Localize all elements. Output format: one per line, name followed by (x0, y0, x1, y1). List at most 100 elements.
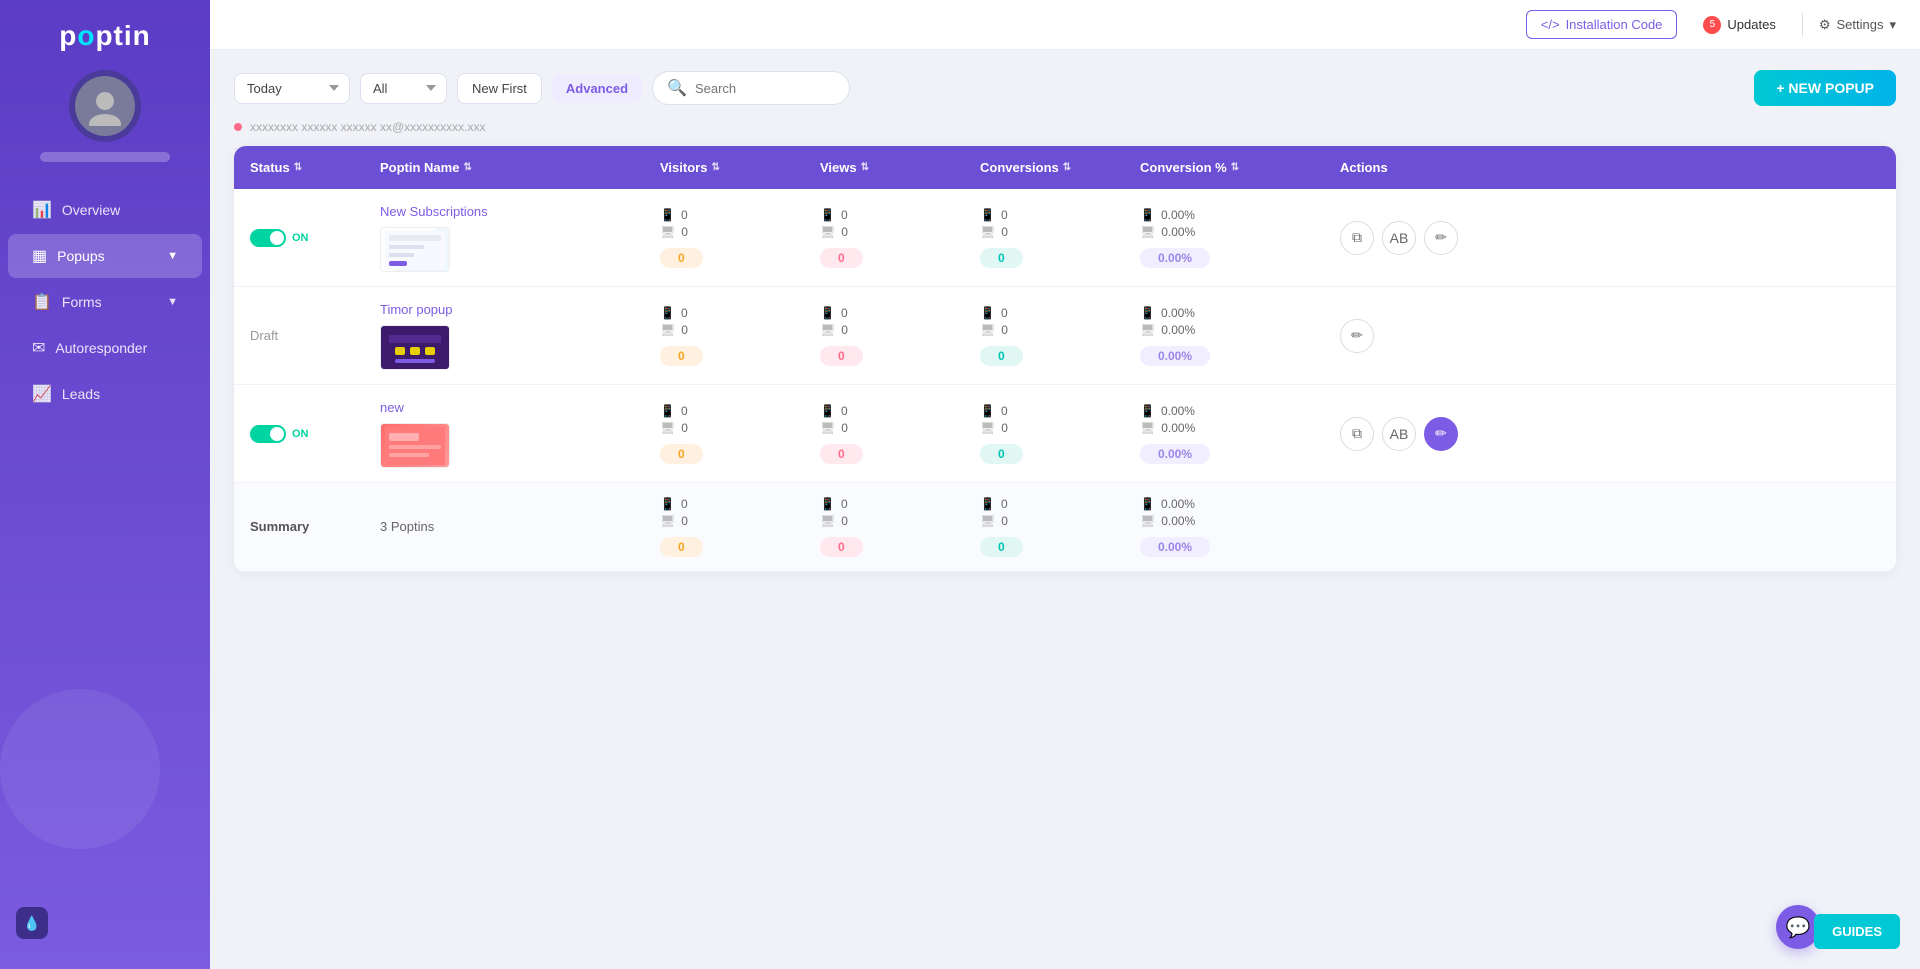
toggle-label-row3: ON (292, 428, 309, 440)
summary-mobile-conv-icon: 📱 (980, 497, 995, 511)
sidebar-item-forms[interactable]: 📋 Forms ▼ (8, 280, 202, 324)
ab-test-button-row1[interactable]: AB (1382, 221, 1416, 255)
edit-button-row3[interactable]: ✏ (1424, 417, 1458, 451)
thumb-img-row1 (381, 228, 449, 271)
th-status: Status ⇅ (234, 160, 364, 175)
copy-button-row3[interactable]: ⧉ (1340, 417, 1374, 451)
mobile-pct-icon-row1: 📱 (1140, 208, 1155, 222)
summary-row: Summary 3 Poptins 📱0 🖥0 0 📱0 🖥0 0 📱0 (234, 483, 1896, 572)
th-conversion-pct-sort-icon[interactable]: ⇅ (1231, 162, 1239, 173)
mobile-visitors-row1: 0 (681, 208, 688, 222)
visitors-cell-row2: 📱0 🖥0 0 (644, 306, 804, 366)
copy-button-row1[interactable]: ⧉ (1340, 221, 1374, 255)
desktop-conv-icon-row3: 🖥 (980, 421, 995, 435)
desktop-visitors-row1: 0 (681, 225, 688, 239)
poptin-name-link-row3[interactable]: new (380, 400, 404, 415)
desktop-icon-row2: 🖥 (660, 323, 675, 337)
toggle-on-row1[interactable] (250, 229, 286, 247)
popups-icon: ▦ (32, 246, 47, 266)
th-views-sort-icon[interactable]: ⇅ (861, 162, 869, 173)
th-views-label: Views (820, 160, 857, 175)
summary-conv-pct-cell: 📱0.00% 🖥0.00% 0.00% (1124, 497, 1324, 557)
status-cell-row3: ON (234, 425, 364, 443)
summary-mobile-views: 0 (841, 497, 848, 511)
type-filter-select[interactable]: All Popup Sidebar Bar (360, 73, 447, 104)
total-pct-pill-row1: 0.00% (1140, 248, 1210, 268)
toggle-on-row3[interactable] (250, 425, 286, 443)
sidebar-item-leads[interactable]: 📈 Leads (8, 372, 202, 416)
search-box: 🔍 (652, 71, 850, 105)
summary-desktop-pct-icon: 🖥 (1140, 514, 1155, 528)
new-first-button[interactable]: New First (457, 73, 542, 104)
settings-button[interactable]: ⚙ Settings ▾ (1819, 17, 1896, 33)
desktop-views-row1: 0 (841, 225, 848, 239)
sidebar-item-popups-label: Popups (57, 248, 104, 264)
mobile-views-row2: 0 (841, 306, 848, 320)
th-status-sort-icon[interactable]: ⇅ (294, 162, 302, 173)
mobile-pct-icon-row2: 📱 (1140, 306, 1155, 320)
desktop-pct-row3: 0.00% (1161, 421, 1195, 435)
search-input[interactable] (695, 81, 835, 96)
avatar (69, 70, 141, 142)
advanced-button[interactable]: Advanced (552, 74, 642, 103)
action-buttons-row1: ⧉ AB ✏ (1340, 221, 1488, 255)
sidebar-item-autoresponder[interactable]: ✉ Autoresponder (8, 326, 202, 370)
date-filter-select[interactable]: Today Yesterday Last 7 days Last 30 days (234, 73, 350, 104)
sidebar-item-overview[interactable]: 📊 Overview (8, 188, 202, 232)
th-conversions-sort-icon[interactable]: ⇅ (1063, 162, 1071, 173)
conversions-cell-row3: 📱0 🖥0 0 (964, 404, 1124, 464)
sidebar: poptin 📊 Overview ▦ Popups ▼ 📋 Forms ▼ ✉… (0, 0, 210, 969)
summary-visitors-cell: 📱0 🖥0 0 (644, 497, 804, 557)
edit-button-row1[interactable]: ✏ (1424, 221, 1458, 255)
th-visitors-label: Visitors (660, 160, 707, 175)
poptin-thumb-row2 (380, 325, 450, 370)
sidebar-item-popups[interactable]: ▦ Popups ▼ (8, 234, 202, 278)
views-cell-row1: 📱0 🖥0 0 (804, 208, 964, 268)
desktop-visitors-row2: 0 (681, 323, 688, 337)
desktop-views-row2: 0 (841, 323, 848, 337)
ab-test-button-row3[interactable]: AB (1382, 417, 1416, 451)
desktop-views-row3: 0 (841, 421, 848, 435)
views-cell-row3: 📱0 🖥0 0 (804, 404, 964, 464)
desktop-pct-row1: 0.00% (1161, 225, 1195, 239)
code-icon: </> (1541, 17, 1560, 32)
summary-desktop-visitors-icon: 🖥 (660, 514, 675, 528)
mobile-conv-icon-row3: 📱 (980, 404, 995, 418)
th-views: Views ⇅ (804, 160, 964, 175)
toggle-label-row1: ON (292, 232, 309, 244)
th-name: Poptin Name ⇅ (364, 160, 644, 175)
desktop-conv-row1: 0 (1001, 225, 1008, 239)
conv-pct-cell-row3: 📱0.00% 🖥0.00% 0.00% (1124, 404, 1324, 464)
leads-icon: 📈 (32, 384, 52, 404)
sidebar-decoration (0, 689, 160, 849)
summary-label-cell: Summary (234, 518, 364, 536)
url-text: xxxxxxxx xxxxxx xxxxxx xx@xxxxxxxxxx.xxx (250, 120, 486, 134)
poptin-name-link-row1[interactable]: New Subscriptions (380, 204, 488, 219)
sidebar-item-leads-label: Leads (62, 386, 100, 402)
mobile-views-icon-row2: 📱 (820, 306, 835, 320)
sidebar-item-forms-label: Forms (62, 294, 102, 310)
install-code-label: Installation Code (1566, 17, 1663, 32)
th-visitors-sort-icon[interactable]: ⇅ (711, 162, 719, 173)
sidebar-footer-water-icon[interactable]: 💧 (16, 907, 48, 939)
summary-desktop-views: 0 (841, 514, 848, 528)
status-cell-row2: Draft (234, 327, 364, 345)
status-cell-row1: ON (234, 229, 364, 247)
settings-chevron-icon: ▾ (1889, 17, 1896, 33)
updates-button[interactable]: 5 Updates (1693, 12, 1785, 38)
name-cell-row3: new (364, 399, 644, 468)
table-row: Draft Timor popup (234, 287, 1896, 385)
install-code-button[interactable]: </> Installation Code (1526, 10, 1678, 39)
actions-cell-row2: ✏ (1324, 319, 1504, 353)
new-popup-button[interactable]: + NEW POPUP (1754, 70, 1896, 106)
topbar: </> Installation Code 5 Updates ⚙ Settin… (210, 0, 1920, 50)
desktop-visitors-row3: 0 (681, 421, 688, 435)
th-name-sort-icon[interactable]: ⇅ (463, 162, 471, 173)
summary-conversions-cell: 📱0 🖥0 0 (964, 497, 1124, 557)
summary-desktop-visitors: 0 (681, 514, 688, 528)
guides-button[interactable]: GUIDES (1814, 914, 1900, 949)
total-conv-pill-row3: 0 (980, 444, 1023, 464)
edit-button-row2[interactable]: ✏ (1340, 319, 1374, 353)
poptin-name-link-row2[interactable]: Timor popup (380, 302, 453, 317)
popup-table: Status ⇅ Poptin Name ⇅ Visitors ⇅ Views … (234, 146, 1896, 572)
